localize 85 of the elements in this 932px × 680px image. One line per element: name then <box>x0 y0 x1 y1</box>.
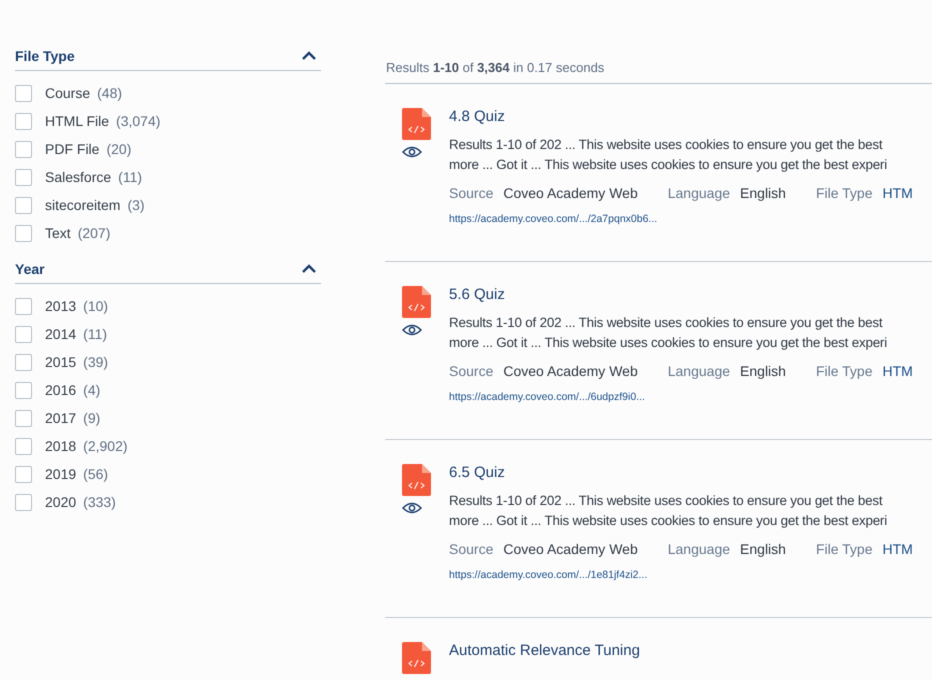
facet-value-count: (3) <box>127 197 145 213</box>
chevron-up-icon <box>301 264 317 274</box>
result-title-link[interactable]: 4.8 Quiz <box>449 108 505 125</box>
chevron-up-icon <box>301 51 317 61</box>
field-value-link[interactable]: HTM <box>882 541 913 557</box>
checkbox[interactable] <box>15 466 32 482</box>
field-value: Coveo Academy Web <box>503 541 638 557</box>
results-summary: Results 1-10 of 3,364 in 0.17 seconds <box>385 48 932 84</box>
facet-value-count: (207) <box>78 225 110 241</box>
checkbox[interactable] <box>15 382 32 398</box>
result-title-link[interactable]: 5.6 Quiz <box>449 286 505 303</box>
field-value-link[interactable]: HTM <box>882 363 913 379</box>
result-title-link[interactable]: Automatic Relevance Tuning <box>449 642 640 659</box>
facet-value-count: (10) <box>83 298 108 314</box>
checkbox[interactable] <box>15 196 32 214</box>
facet-value-count: (2,902) <box>83 438 128 454</box>
field-label: Language <box>668 541 730 557</box>
code-file-icon <box>402 108 431 140</box>
field-label: Source <box>449 541 494 557</box>
facet-value-label[interactable]: sitecoreitem <box>45 197 120 213</box>
field-value: Coveo Academy Web <box>503 185 638 201</box>
facet-value-count: (48) <box>97 85 122 101</box>
result-url-link[interactable]: https://academy.coveo.com/.../6udpzf9i0... <box>449 391 645 403</box>
code-file-icon <box>402 286 431 318</box>
facet-value-label[interactable]: HTML File <box>45 113 110 129</box>
checkbox[interactable] <box>15 494 32 510</box>
facet-value-count: (3,074) <box>116 113 160 129</box>
field-label: Source <box>449 185 494 201</box>
result-excerpt: Results 1-10 of 202 ... This website uses cookies to ensure you get the best <box>449 136 882 154</box>
facet-title: File Type <box>15 48 75 64</box>
field-label: File Type <box>816 185 872 201</box>
facet-value-count: (9) <box>83 410 100 426</box>
field-value: Coveo Academy Web <box>503 363 638 379</box>
facet-value-label[interactable]: 2015 <box>45 354 76 370</box>
field-label: File Type <box>816 541 872 557</box>
facet-value-count: (11) <box>118 169 142 185</box>
field-value: English <box>740 541 786 557</box>
facet-value-label[interactable]: 2014 <box>45 326 76 342</box>
facet-value-count: (20) <box>106 141 132 157</box>
checkbox[interactable] <box>15 354 32 370</box>
eye-icon[interactable] <box>402 324 422 336</box>
field-value: English <box>740 363 786 379</box>
eye-icon[interactable] <box>402 502 422 514</box>
facet-value-label[interactable]: 2018 <box>45 438 76 454</box>
facet-value-label[interactable]: Course <box>45 85 90 101</box>
result-excerpt: more ... Got it ... This website uses cookies to ensure you get the best experi <box>449 334 887 352</box>
checkbox[interactable] <box>15 438 32 454</box>
code-file-icon <box>402 464 431 496</box>
checkbox[interactable] <box>15 224 32 242</box>
facet-value-label[interactable]: 2016 <box>45 382 76 398</box>
facet-value-count: (39) <box>83 354 108 370</box>
result-title-link[interactable]: 6.5 Quiz <box>449 464 505 481</box>
facet-value-count: (11) <box>83 326 108 342</box>
facet-value-count: (4) <box>83 382 100 398</box>
code-file-icon <box>402 642 431 674</box>
result-excerpt: Results 1-10 of 202 ... This website uses cookies to ensure you get the best <box>449 492 882 510</box>
checkbox[interactable] <box>15 410 32 426</box>
checkbox[interactable] <box>15 298 32 314</box>
field-label: Source <box>449 363 494 379</box>
facet-value-count: (56) <box>83 466 108 482</box>
field-value-link[interactable]: HTM <box>882 185 913 201</box>
facet-value-label[interactable]: 2013 <box>45 298 76 314</box>
facet-value-label[interactable]: 2019 <box>45 466 76 482</box>
checkbox[interactable] <box>15 84 32 102</box>
facet-value-label[interactable]: Salesforce <box>45 169 112 185</box>
field-label: Language <box>668 363 730 379</box>
field-label: File Type <box>816 363 872 379</box>
facet-title: Year <box>15 261 45 277</box>
field-value: English <box>740 185 786 201</box>
facet-value-label[interactable]: Text <box>45 225 71 241</box>
result-excerpt: Results 1-10 of 202 ... This website uses cookies to ensure you get the best <box>449 314 882 332</box>
result-url-link[interactable]: https://academy.coveo.com/.../2a7pqnx0b6... <box>449 213 658 225</box>
checkbox[interactable] <box>15 326 32 342</box>
result-excerpt: more ... Got it ... This website uses cookies to ensure you get the best experi <box>449 512 887 530</box>
field-label: Language <box>668 185 730 201</box>
facet-value-label[interactable]: 2020 <box>45 494 76 510</box>
checkbox[interactable] <box>15 168 32 186</box>
checkbox[interactable] <box>15 112 32 130</box>
facet-value-count: (333) <box>83 494 116 510</box>
facet-value-label[interactable]: 2017 <box>45 410 76 426</box>
checkbox[interactable] <box>15 140 32 158</box>
result-excerpt: more ... Got it ... This website uses cookies to ensure you get the best experi <box>449 156 887 174</box>
eye-icon[interactable] <box>402 146 422 158</box>
facet-value-label[interactable]: PDF File <box>45 141 100 157</box>
result-url-link[interactable]: https://academy.coveo.com/.../1e81jf4zi2... <box>449 569 648 581</box>
